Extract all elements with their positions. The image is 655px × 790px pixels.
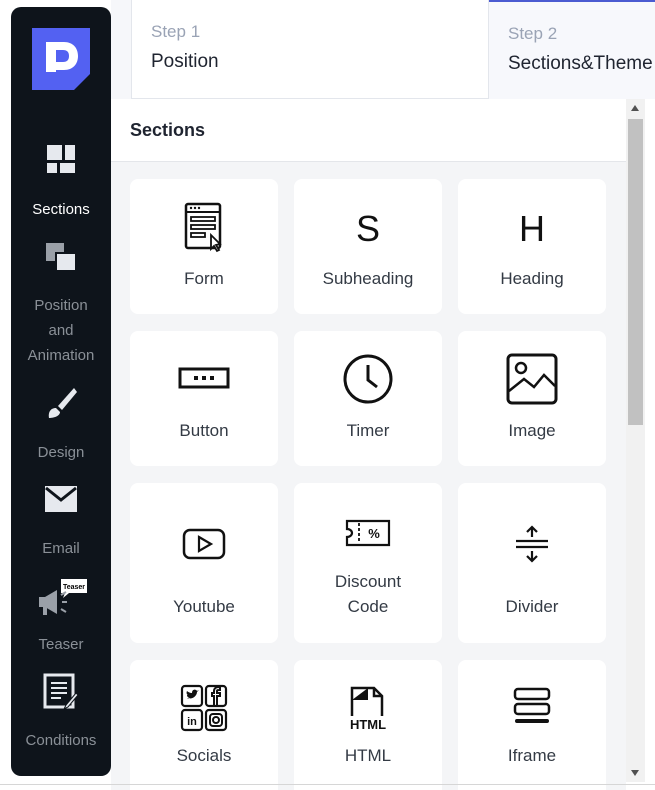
step-number: Step 2 [508,24,558,43]
section-card-discount-code[interactable]: % Discount Code [294,483,442,643]
sidebar-item-label: Conditions [25,732,97,749]
bottom-divider [0,784,655,785]
sidebar-item-label-line2: and [48,322,74,339]
clock-icon [343,354,393,404]
section-card-timer[interactable]: Timer [294,331,442,466]
discount-icon: % [345,519,391,547]
sidebar-item-label: Design [37,444,85,461]
card-label: Subheading [322,269,414,288]
html-icon: HTML [350,686,386,732]
card-label: Form [184,269,224,288]
steps-bar: Step 1 Position Step 2 Sections&Theme [111,0,655,99]
brush-icon [48,388,77,418]
iframe-icon [513,687,551,723]
youtube-icon [182,528,226,560]
section-card-html[interactable]: HTML HTML [294,660,442,790]
card-label-line2: Code [347,597,389,616]
step-name: Sections&Theme [508,53,653,74]
megaphone-icon: Teaser [39,579,87,615]
tab-step-1[interactable]: Step 1 Position [131,0,489,99]
section-card-divider[interactable]: Divider [458,483,606,643]
sidebar: Sections Position and Animation Design E… [11,7,111,776]
svg-text:in: in [187,716,197,728]
form-icon [184,202,222,253]
panel-header: Sections [111,99,626,162]
sections-panel: Sections Form S Subheading H Heading But… [111,99,626,790]
subheading-icon: S [355,208,381,249]
card-label: Heading [500,269,564,288]
sidebar-item-label: Email [42,540,80,557]
panel-title: Sections [130,120,206,140]
button-icon [178,367,230,389]
tab-step-2[interactable]: Step 2 Sections&Theme [489,0,655,99]
section-card-iframe[interactable]: Iframe [458,660,606,790]
card-label: Timer [346,421,390,440]
section-card-form[interactable]: Form [130,179,278,314]
sidebar-item-sections[interactable]: Sections [11,143,111,218]
sections-icon [47,145,75,173]
sidebar-item-label-line1: Position [34,297,88,314]
card-label: Youtube [173,597,235,616]
scroll-down-arrow-icon[interactable] [631,770,639,776]
divider-icon [516,525,548,563]
conditions-icon [43,673,79,711]
app-logo-icon[interactable] [32,28,90,90]
sidebar-item-email[interactable]: Email [11,483,111,557]
card-label: Image [508,421,556,440]
image-icon [506,353,558,405]
html-glyph: HTML [350,717,386,732]
card-label: Iframe [507,746,557,765]
step-name: Position [151,51,219,72]
scroll-thumb[interactable] [628,119,643,425]
card-label: Divider [505,597,559,616]
teaser-badge-text: Teaser [63,584,85,591]
section-card-button[interactable]: Button [130,331,278,466]
socials-icon: in [180,684,228,732]
discount-percent-glyph: % [368,526,380,541]
scroll-up-arrow-icon[interactable] [631,105,639,111]
sidebar-item-label: Sections [32,201,90,218]
sidebar-item-conditions[interactable]: Conditions [11,671,111,751]
sidebar-item-design[interactable]: Design [11,385,111,461]
card-label-line1: Discount [334,572,402,591]
section-card-image[interactable]: Image [458,331,606,466]
envelope-icon [45,486,77,512]
section-card-heading[interactable]: H Heading [458,179,606,314]
card-label: HTML [344,746,392,765]
section-card-subheading[interactable]: S Subheading [294,179,442,314]
sidebar-item-label: Teaser [38,636,84,653]
sidebar-item-label-line3: Animation [27,347,95,364]
section-card-socials[interactable]: in Socials [130,660,278,790]
card-label: Socials [176,746,232,765]
step-number: Step 1 [151,22,201,41]
panel-scrollbar[interactable] [626,99,645,782]
heading-icon: H [519,208,545,249]
sidebar-item-position-animation[interactable]: Position and Animation [11,241,111,364]
section-card-youtube[interactable]: Youtube [130,483,278,643]
sidebar-item-teaser[interactable]: Teaser Teaser [11,573,111,653]
position-icon [46,243,77,272]
card-label: Button [179,421,229,440]
